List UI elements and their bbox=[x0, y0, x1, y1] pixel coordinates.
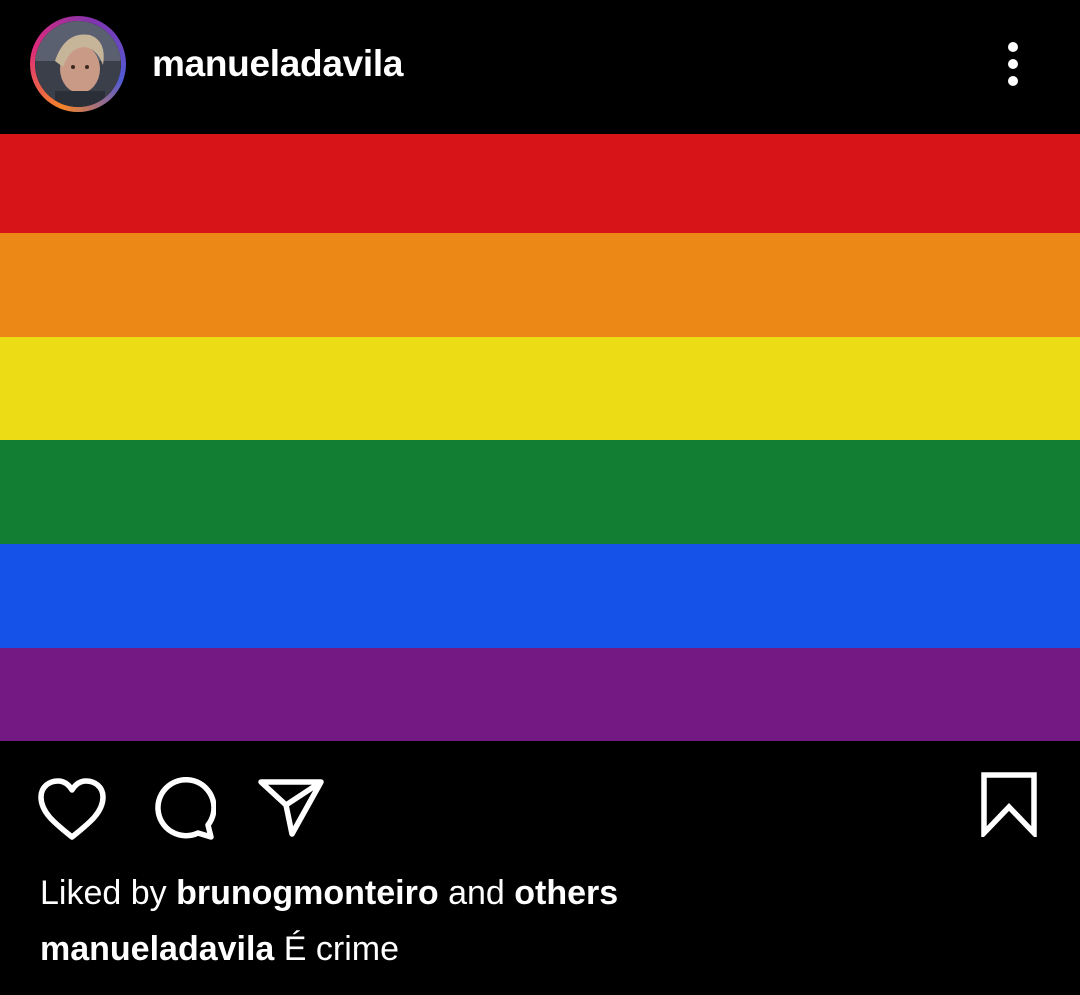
post-caption: manueladavila É crime bbox=[40, 929, 399, 969]
ellipsis-dot bbox=[1008, 59, 1018, 69]
flag-stripe-yellow bbox=[0, 337, 1080, 440]
paper-plane-icon[interactable] bbox=[256, 775, 326, 839]
likes-prefix: Liked by bbox=[40, 874, 167, 912]
post-actions-bar bbox=[0, 741, 1080, 861]
heart-icon[interactable] bbox=[36, 777, 108, 843]
flag-stripe-green bbox=[0, 440, 1080, 544]
caption-username[interactable]: manueladavila bbox=[40, 930, 274, 968]
ellipsis-dot bbox=[1008, 76, 1018, 86]
comment-bubble-icon[interactable] bbox=[150, 776, 217, 841]
post-image-rainbow-flag[interactable] bbox=[0, 134, 1080, 741]
likes-conjunction: and bbox=[448, 874, 505, 912]
bookmark-icon[interactable] bbox=[978, 771, 1040, 840]
avatar[interactable] bbox=[30, 16, 126, 112]
flag-stripe-blue bbox=[0, 544, 1080, 648]
avatar-image bbox=[35, 21, 121, 107]
flag-stripe-orange bbox=[0, 233, 1080, 337]
post-header: manueladavila bbox=[0, 0, 1080, 134]
likes-summary: Liked by brunogmonteiro and others bbox=[40, 873, 618, 913]
liked-by-user-link[interactable]: brunogmonteiro bbox=[176, 874, 439, 912]
flag-stripe-purple bbox=[0, 648, 1080, 741]
vertical-ellipsis-icon bbox=[1008, 42, 1018, 52]
likes-others-link[interactable]: others bbox=[514, 874, 618, 912]
more-options-button[interactable] bbox=[994, 36, 1034, 92]
flag-stripe-red bbox=[0, 134, 1080, 233]
post-username[interactable]: manueladavila bbox=[152, 44, 403, 84]
caption-text: É crime bbox=[283, 930, 400, 968]
